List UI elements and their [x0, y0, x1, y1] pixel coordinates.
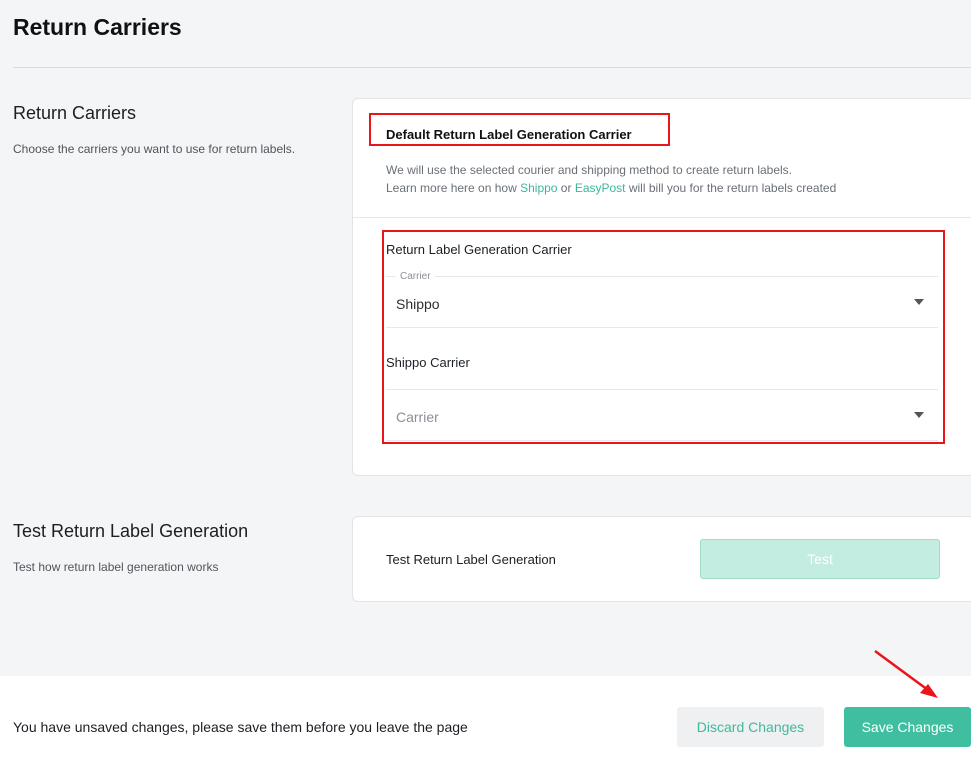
unsaved-changes-message: You have unsaved changes, please save th…	[13, 719, 468, 735]
default-carrier-description: We will use the selected courier and shi…	[386, 161, 836, 197]
carriers-section-description: Choose the carriers you want to use for …	[13, 142, 296, 156]
easypost-link[interactable]: EasyPost	[575, 181, 626, 195]
shippo-link[interactable]: Shippo	[520, 181, 557, 195]
test-button[interactable]: Test	[700, 539, 940, 579]
carriers-section-title: Return Carriers	[13, 103, 137, 123]
highlight-box-fields	[382, 230, 945, 444]
test-card-label: Test Return Label Generation	[386, 552, 556, 567]
test-card: Test Return Label Generation Test	[352, 516, 971, 602]
test-section-title: Test Return Label Generation	[13, 521, 249, 541]
description-line-1: We will use the selected courier and shi…	[386, 163, 793, 177]
highlight-box-heading	[369, 113, 670, 146]
test-section-description: Test how return label generation works	[13, 560, 219, 574]
save-changes-button[interactable]: Save Changes	[844, 707, 971, 747]
card-divider	[353, 217, 971, 218]
annotation-arrow-icon	[874, 649, 938, 698]
description-or: or	[557, 181, 575, 195]
discard-changes-button[interactable]: Discard Changes	[677, 707, 824, 747]
description-prefix: Learn more here on how	[386, 181, 521, 195]
page-title: Return Carriers	[13, 14, 182, 40]
description-suffix: will bill you for the return labels crea…	[625, 181, 837, 195]
title-divider	[13, 67, 971, 68]
unsaved-changes-footer: You have unsaved changes, please save th…	[0, 676, 971, 775]
description-line-2: Learn more here on how Shippo or EasyPos…	[386, 179, 836, 197]
